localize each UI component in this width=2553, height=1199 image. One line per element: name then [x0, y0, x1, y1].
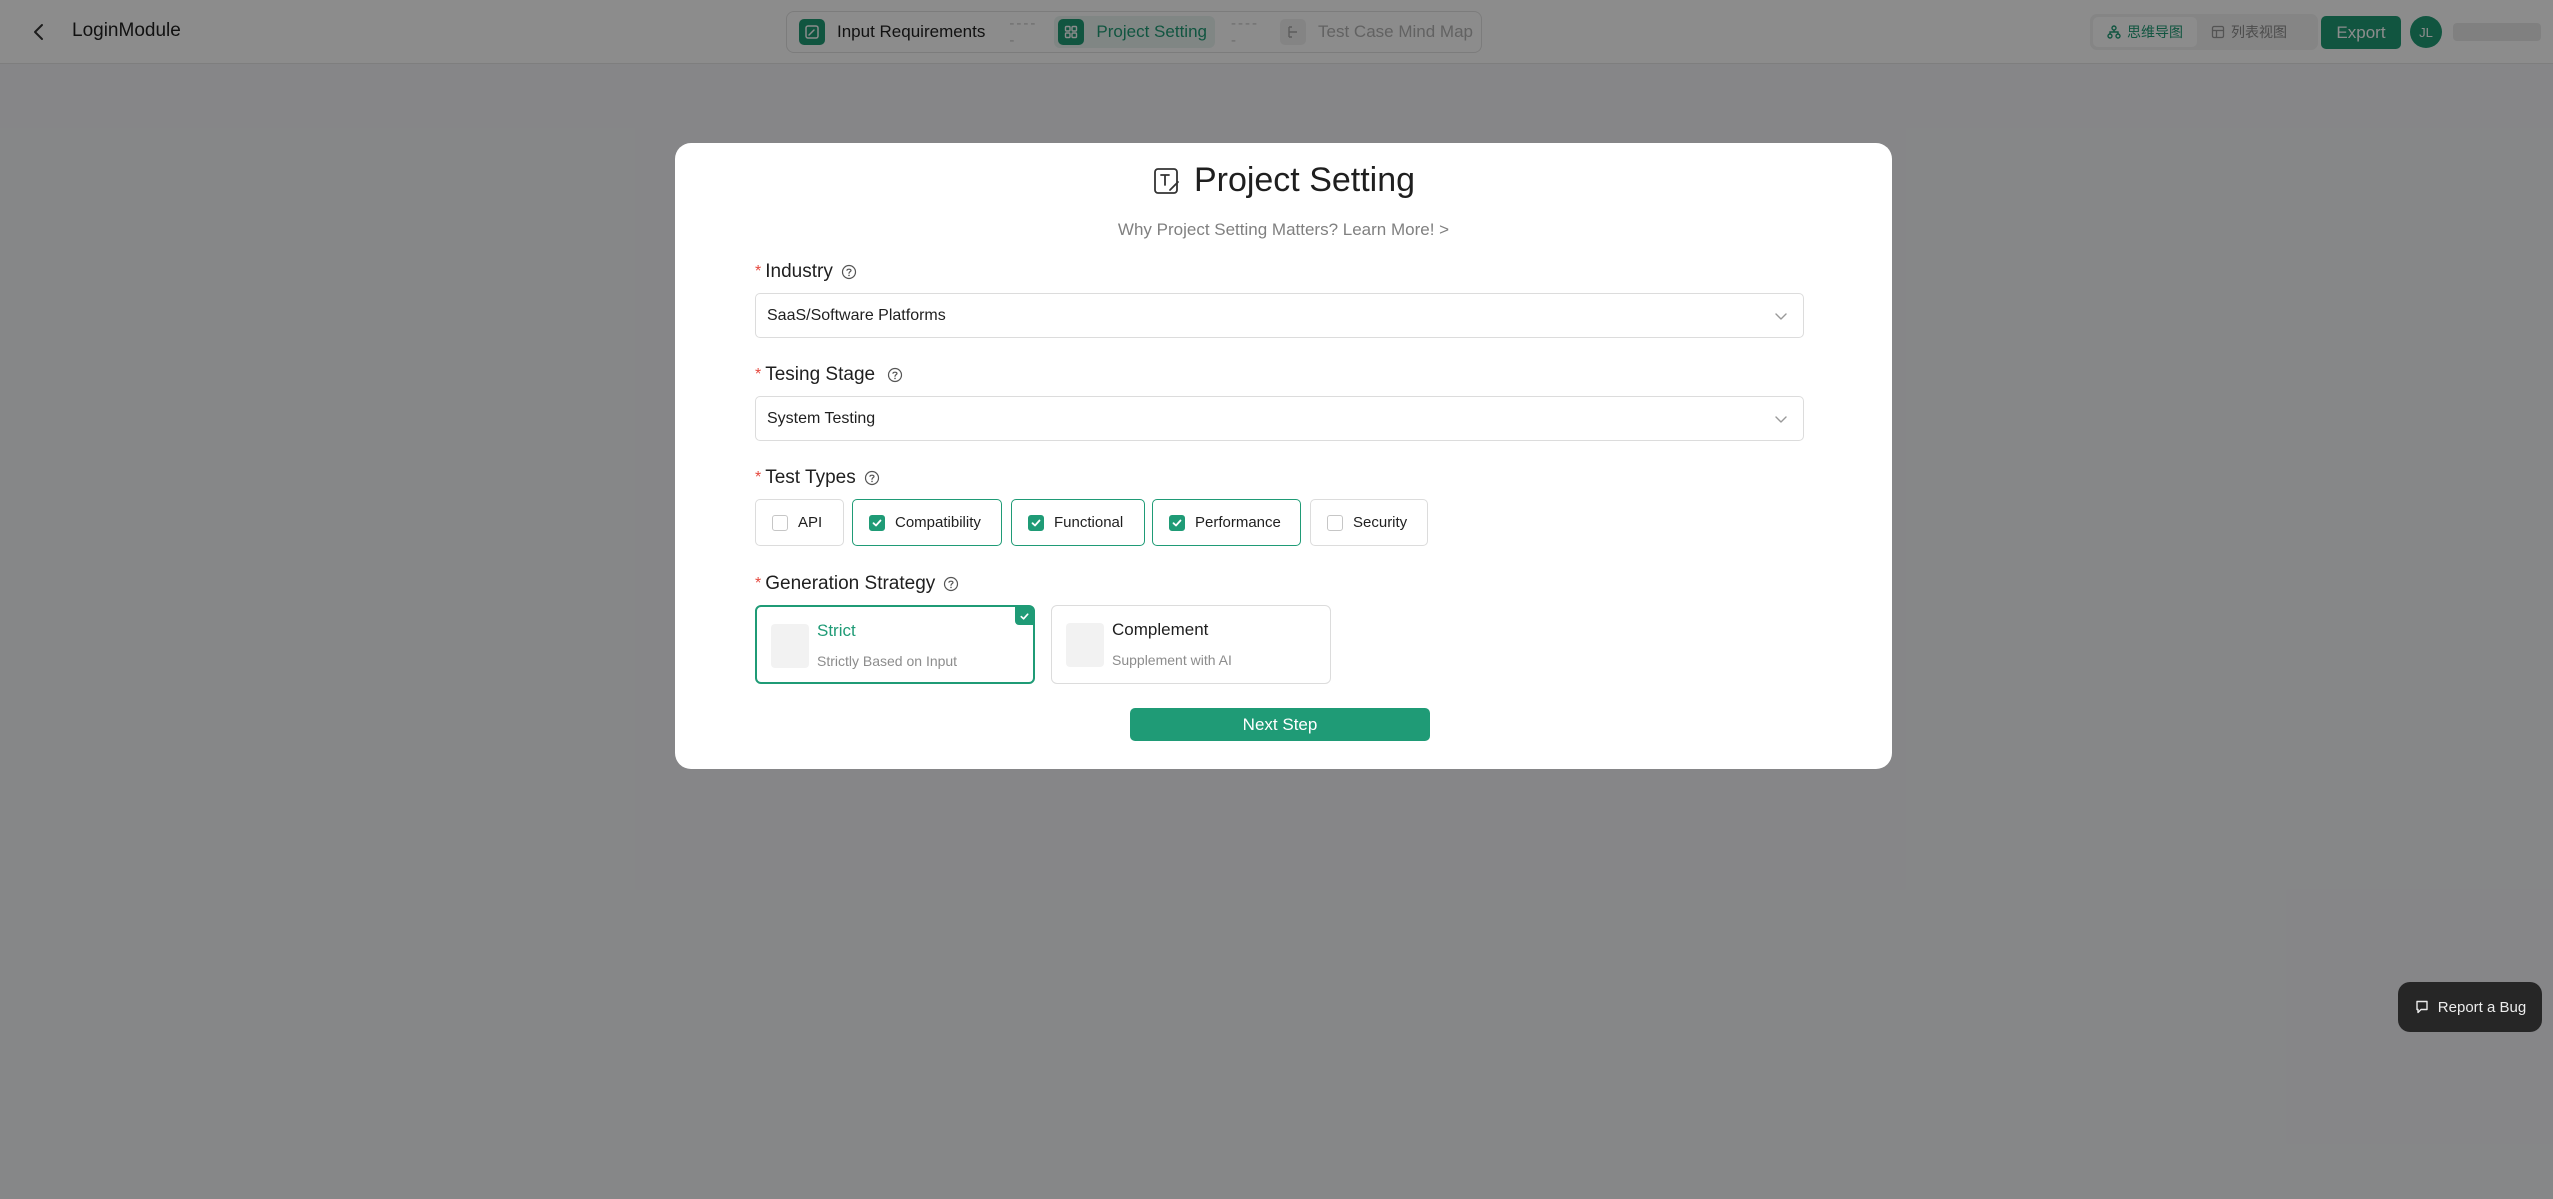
text-edit-icon: [1154, 167, 1179, 194]
check-icon: [1172, 519, 1182, 526]
strategy-title: Complement: [1112, 620, 1209, 639]
label-text: Test Types: [765, 467, 856, 488]
feedback-icon: [2416, 1000, 2428, 1014]
testing-stage-label: * Tesing Stage: [755, 364, 903, 386]
checkbox-checked: [869, 514, 885, 531]
test-type-performance[interactable]: Performance: [1152, 499, 1301, 546]
test-type-label: Compatibility: [895, 514, 981, 531]
generation-strategy-label: * Generation Strategy: [755, 573, 959, 595]
required-marker: *: [755, 575, 762, 592]
modal-title: Project Setting: [1193, 161, 1416, 199]
help-icon[interactable]: [864, 470, 880, 486]
required-marker: *: [755, 263, 762, 280]
label-text: Generation Strategy: [765, 573, 936, 594]
checkbox-unchecked: [1327, 514, 1343, 531]
checkbox-unchecked: [772, 514, 788, 531]
test-types-label: * Test Types: [755, 467, 880, 489]
test-type-label: Security: [1353, 514, 1408, 531]
next-step-button[interactable]: Next Step: [1130, 708, 1430, 741]
strategy-title: Strict: [817, 621, 856, 640]
check-icon: [1031, 519, 1041, 526]
test-type-label: Performance: [1195, 514, 1281, 531]
help-icon[interactable]: [887, 367, 903, 383]
help-icon[interactable]: [841, 264, 857, 280]
strategy-strict-card[interactable]: Strict Strictly Based on Input: [755, 605, 1035, 684]
checkbox-checked: [1169, 514, 1185, 531]
report-bug-button[interactable]: Report a Bug: [2398, 982, 2542, 1032]
strategy-desc: Strictly Based on Input: [817, 653, 958, 669]
strategy-thumbnail: [771, 624, 809, 668]
testing-stage-select[interactable]: System Testing: [755, 396, 1804, 441]
required-marker: *: [755, 366, 762, 383]
chevron-down-icon: [1775, 416, 1787, 423]
test-type-compatibility[interactable]: Compatibility: [852, 499, 1002, 546]
test-type-functional[interactable]: Functional: [1011, 499, 1145, 546]
report-bug-label: Report a Bug: [2437, 998, 2527, 1016]
strategy-thumbnail: [1066, 623, 1104, 667]
strategy-desc: Supplement with AI: [1112, 652, 1232, 668]
industry-select[interactable]: SaaS/Software Platforms: [755, 293, 1804, 338]
test-type-api[interactable]: API: [755, 499, 844, 546]
required-marker: *: [755, 469, 762, 486]
selected-check-icon: [1015, 607, 1033, 625]
project-setting-modal: Project Setting Why Project Setting Matt…: [675, 143, 1892, 769]
check-icon: [872, 519, 882, 526]
learn-more-link[interactable]: Why Project Setting Matters? Learn More!…: [675, 220, 1892, 240]
label-text: Industry: [765, 261, 833, 282]
chevron-down-icon: [1775, 313, 1787, 320]
strategy-complement-card[interactable]: Complement Supplement with AI: [1051, 605, 1331, 684]
select-value: SaaS/Software Platforms: [767, 306, 946, 324]
industry-label: * Industry: [755, 261, 857, 283]
checkbox-checked: [1028, 514, 1044, 531]
test-type-label: API: [798, 514, 823, 531]
modal-header: Project Setting: [675, 161, 1892, 200]
help-icon[interactable]: [943, 576, 959, 592]
test-type-label: Functional: [1054, 514, 1124, 531]
select-value: System Testing: [767, 409, 876, 427]
label-text: Tesing Stage: [765, 364, 876, 385]
test-type-security[interactable]: Security: [1310, 499, 1428, 546]
